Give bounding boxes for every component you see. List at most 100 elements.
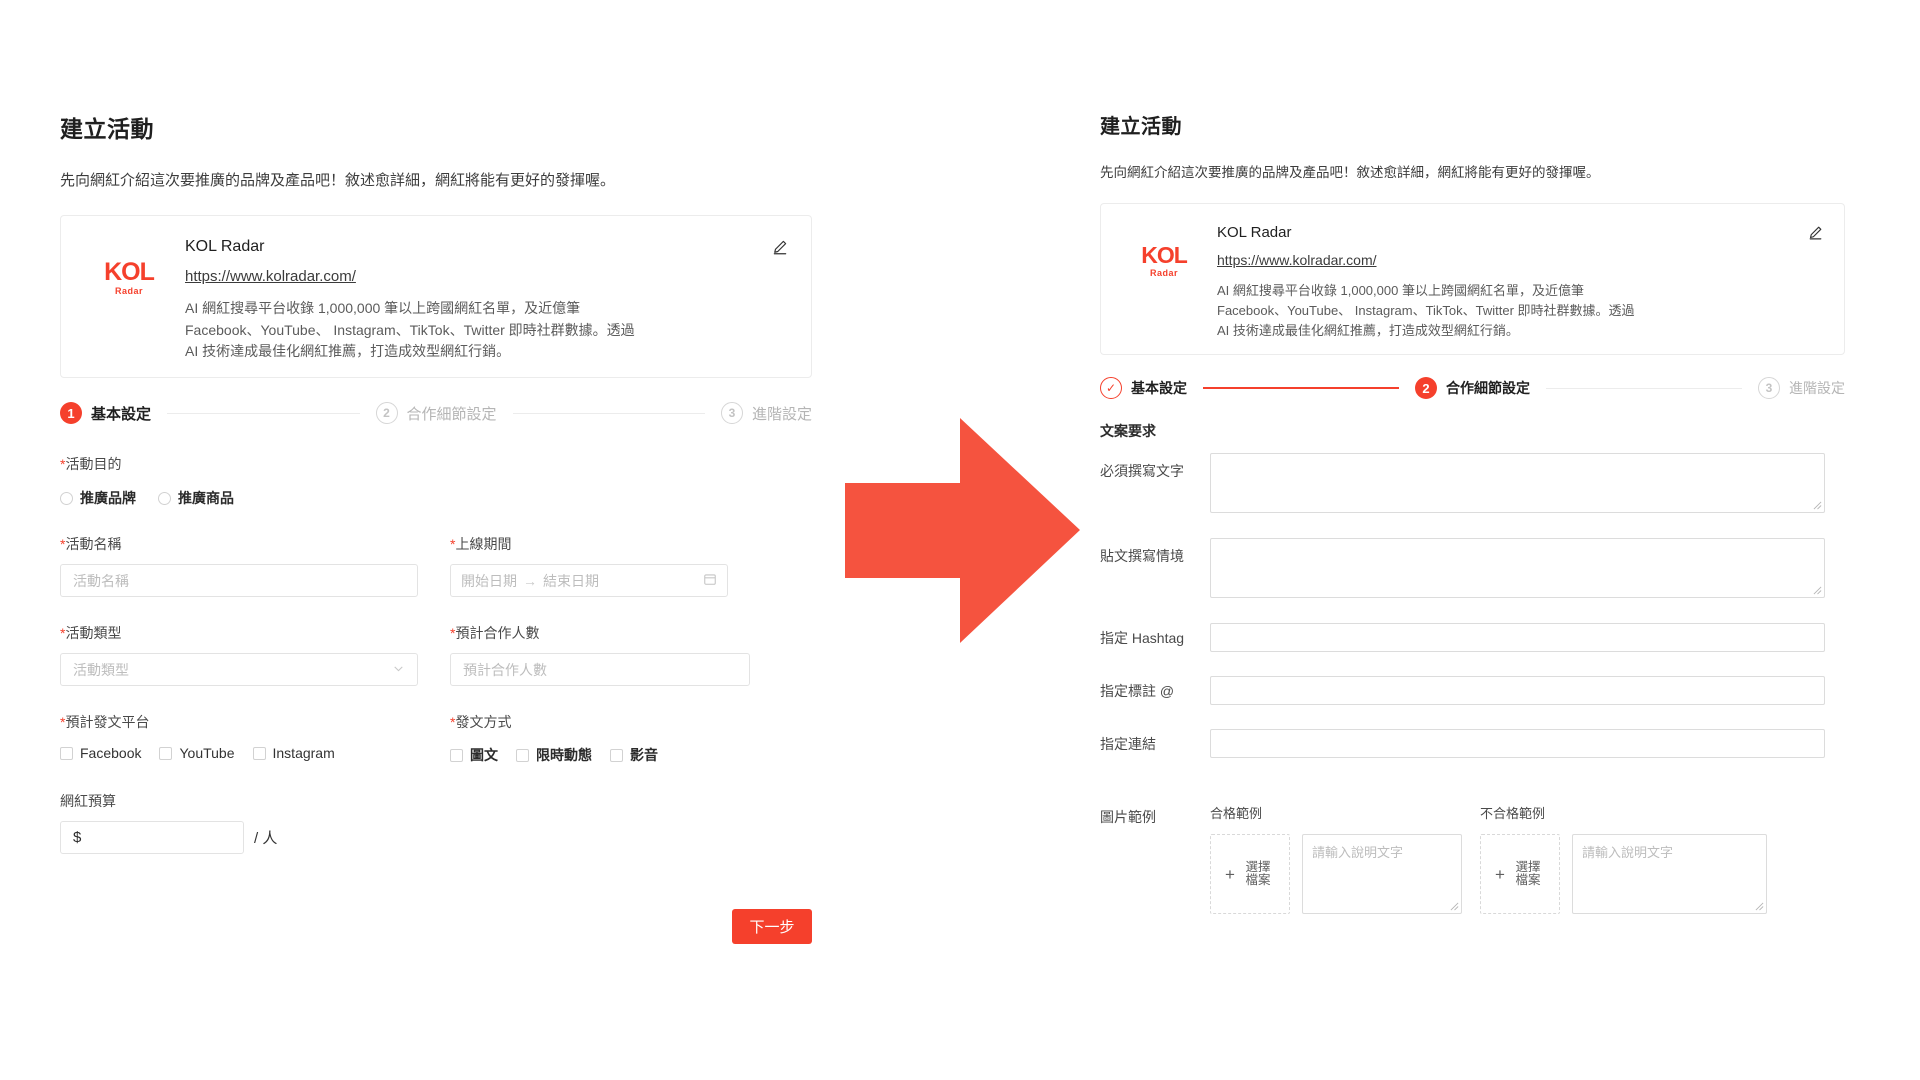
checkbox-icon[interactable] — [610, 748, 623, 762]
radio-icon[interactable] — [158, 491, 171, 505]
promo-desc-line-3: AI 技術達成最佳化網紅推薦，打造成效型網紅行銷。 — [185, 343, 511, 360]
field-online-period-label: *上線期間 — [450, 536, 512, 552]
input-placeholder: 活動名稱 — [73, 572, 129, 589]
good-example-label: 合格範例 — [1210, 806, 1263, 821]
step-badge-1: 1 — [60, 402, 82, 424]
checkbox-platform-facebook[interactable]: Facebook — [60, 745, 141, 761]
budget-unit-label: / 人 — [254, 830, 278, 847]
good-example-upload-button[interactable]: + 選擇檔案 — [1210, 834, 1290, 914]
chevron-down-icon[interactable] — [392, 662, 405, 678]
step-item-1[interactable]: 1 基本設定 — [60, 402, 151, 424]
field-purpose-label: *活動目的 — [60, 456, 122, 472]
hashtag-input[interactable] — [1210, 623, 1825, 652]
field-expected-count: *預計合作人數 預計合作人數 — [450, 623, 750, 686]
step-badge-1-complete: ✓ — [1100, 377, 1122, 399]
activity-name-input[interactable]: 活動名稱 — [60, 564, 418, 597]
step-connector-2 — [1546, 387, 1742, 389]
checkbox-platform-youtube[interactable]: YouTube — [159, 745, 235, 761]
plus-icon: + — [1225, 864, 1235, 884]
mention-input[interactable] — [1210, 676, 1825, 705]
kol-radar-logo-left: KOL Radar — [83, 238, 175, 296]
promo-desc-line-1: AI 網紅搜尋平台收錄 1,000,000 筆以上跨國網紅名單，及近億筆 — [185, 300, 581, 316]
pencil-icon[interactable] — [1807, 224, 1824, 246]
checkbox-posttype-video[interactable]: 影音 — [610, 745, 658, 765]
step-badge-2: 2 — [1415, 377, 1437, 399]
step-label-3: 進階設定 — [752, 405, 813, 423]
kol-logo-text: KOL — [104, 258, 155, 286]
link-input[interactable] — [1210, 729, 1825, 758]
input-placeholder: 預計合作人數 — [463, 661, 547, 678]
bad-example-caption-textarea[interactable]: 請輸入說明文字 — [1572, 834, 1767, 914]
field-activity-name: *活動名稱 活動名稱 — [60, 534, 418, 597]
resize-grip-icon[interactable] — [1450, 902, 1459, 911]
page-subtitle-left: 先向網紅介紹這次要推廣的品牌及產品吧！敘述愈詳細，網紅將能有更好的發揮喔。 — [60, 172, 616, 189]
pencil-icon[interactable] — [771, 238, 789, 261]
kol-radar-logo-right: KOL Radar — [1121, 224, 1207, 278]
must-write-textarea[interactable] — [1210, 453, 1825, 513]
promo-desc-line-2: Facebook、YouTube、 Instagram、TikTok、Twitt… — [185, 321, 635, 338]
left-panel-step1: 建立活動 先向網紅介紹這次要推廣的品牌及產品吧！敘述愈詳細，網紅將能有更好的發揮… — [60, 110, 820, 944]
checkbox-icon[interactable] — [252, 746, 266, 760]
upload-label: 選擇檔案 — [1245, 859, 1271, 887]
calendar-icon[interactable] — [703, 572, 717, 589]
checkbox-posttype-image-text[interactable]: 圖文 — [450, 745, 498, 765]
bad-example-upload-button[interactable]: + 選擇檔案 — [1480, 834, 1560, 914]
checkbox-icon[interactable] — [159, 746, 173, 760]
date-start-placeholder: 開始日期 — [461, 572, 517, 589]
step-item-3[interactable]: 3 進階設定 — [721, 402, 812, 424]
step-label-1: 基本設定 — [1131, 380, 1187, 396]
step-item-3[interactable]: 3 進階設定 — [1758, 377, 1845, 399]
plus-icon: + — [1495, 864, 1505, 884]
resize-grip-icon[interactable] — [1813, 586, 1822, 595]
next-step-button[interactable]: 下一步 — [732, 909, 812, 944]
screenshot-root: 建立活動 先向網紅介紹這次要推廣的品牌及產品吧！敘述愈詳細，網紅將能有更好的發揮… — [0, 0, 1920, 1080]
step-connector-2 — [512, 412, 705, 414]
radio-purpose-product[interactable]: 推廣商品 — [158, 488, 234, 508]
section-title-copy-requirements: 文案要求 — [1100, 423, 1156, 439]
expected-count-input[interactable]: 預計合作人數 — [450, 653, 750, 686]
good-example-caption-textarea[interactable]: 請輸入說明文字 — [1302, 834, 1462, 914]
kol-logo-subtext: Radar — [1149, 268, 1178, 278]
step-badge-3: 3 — [1758, 377, 1780, 399]
promo-url-right[interactable]: https://www.kolradar.com/ — [1217, 252, 1377, 268]
field-purpose: *活動目的 推廣品牌 推廣商品 — [60, 454, 820, 508]
image-example-good-group: 合格範例 + 選擇檔案 請輸入說明文字 — [1210, 803, 1462, 914]
step-label-2: 合作細節設定 — [1446, 380, 1530, 396]
kol-logo-subtext: Radar — [114, 286, 143, 296]
date-range-input[interactable]: 開始日期 → 結束日期 — [450, 564, 728, 597]
select-placeholder: 活動類型 — [73, 661, 129, 678]
promo-url-left[interactable]: https://www.kolradar.com/ — [185, 268, 356, 285]
checkbox-icon[interactable] — [60, 746, 73, 760]
field-budget: 網紅預算 $ / 人 — [60, 791, 820, 854]
promo-description-right: AI 網紅搜尋平台收錄 1,000,000 筆以上跨國網紅名單，及近億筆 Fac… — [1217, 281, 1635, 341]
step-item-2[interactable]: 2 合作細節設定 — [1415, 377, 1530, 399]
budget-input[interactable]: $ — [60, 821, 244, 854]
field-platform: *預計發文平台 Facebook YouTube Instagram — [60, 712, 418, 765]
checkbox-label: Instagram — [272, 745, 335, 761]
checkbox-icon[interactable] — [516, 748, 529, 762]
radio-icon[interactable] — [60, 491, 73, 505]
resize-grip-icon[interactable] — [1813, 501, 1822, 510]
date-end-placeholder: 結束日期 — [543, 572, 599, 589]
field-expected-count-label: *預計合作人數 — [450, 625, 540, 641]
field-hashtag-label: 指定 Hashtag — [1100, 629, 1185, 646]
step-connector-1 — [167, 412, 360, 414]
checkbox-icon[interactable] — [450, 748, 463, 762]
context-textarea[interactable] — [1210, 538, 1825, 598]
promo-brand-name-left: KOL Radar — [185, 238, 265, 255]
checkbox-posttype-story[interactable]: 限時動態 — [516, 745, 592, 765]
resize-grip-icon[interactable] — [1755, 902, 1764, 911]
checkbox-platform-instagram[interactable]: Instagram — [252, 745, 335, 761]
field-post-type: *發文方式 圖文 限時動態 影音 — [450, 712, 750, 765]
promo-desc-line-1: AI 網紅搜尋平台收錄 1,000,000 筆以上跨國網紅名單，及近億筆 — [1217, 283, 1584, 298]
step-item-1[interactable]: ✓ 基本設定 — [1100, 377, 1187, 399]
step-item-2[interactable]: 2 合作細節設定 — [375, 402, 497, 424]
upload-label: 選擇檔案 — [1515, 859, 1541, 887]
field-activity-type-label: *活動類型 — [60, 625, 122, 641]
activity-type-select[interactable]: 活動類型 — [60, 653, 418, 686]
radio-purpose-brand[interactable]: 推廣品牌 — [60, 488, 136, 508]
step-label-1: 基本設定 — [91, 405, 152, 423]
kol-logo-text: KOL — [1141, 242, 1188, 268]
step-connector-1-complete — [1203, 387, 1399, 389]
checkbox-label: 圖文 — [470, 747, 498, 763]
